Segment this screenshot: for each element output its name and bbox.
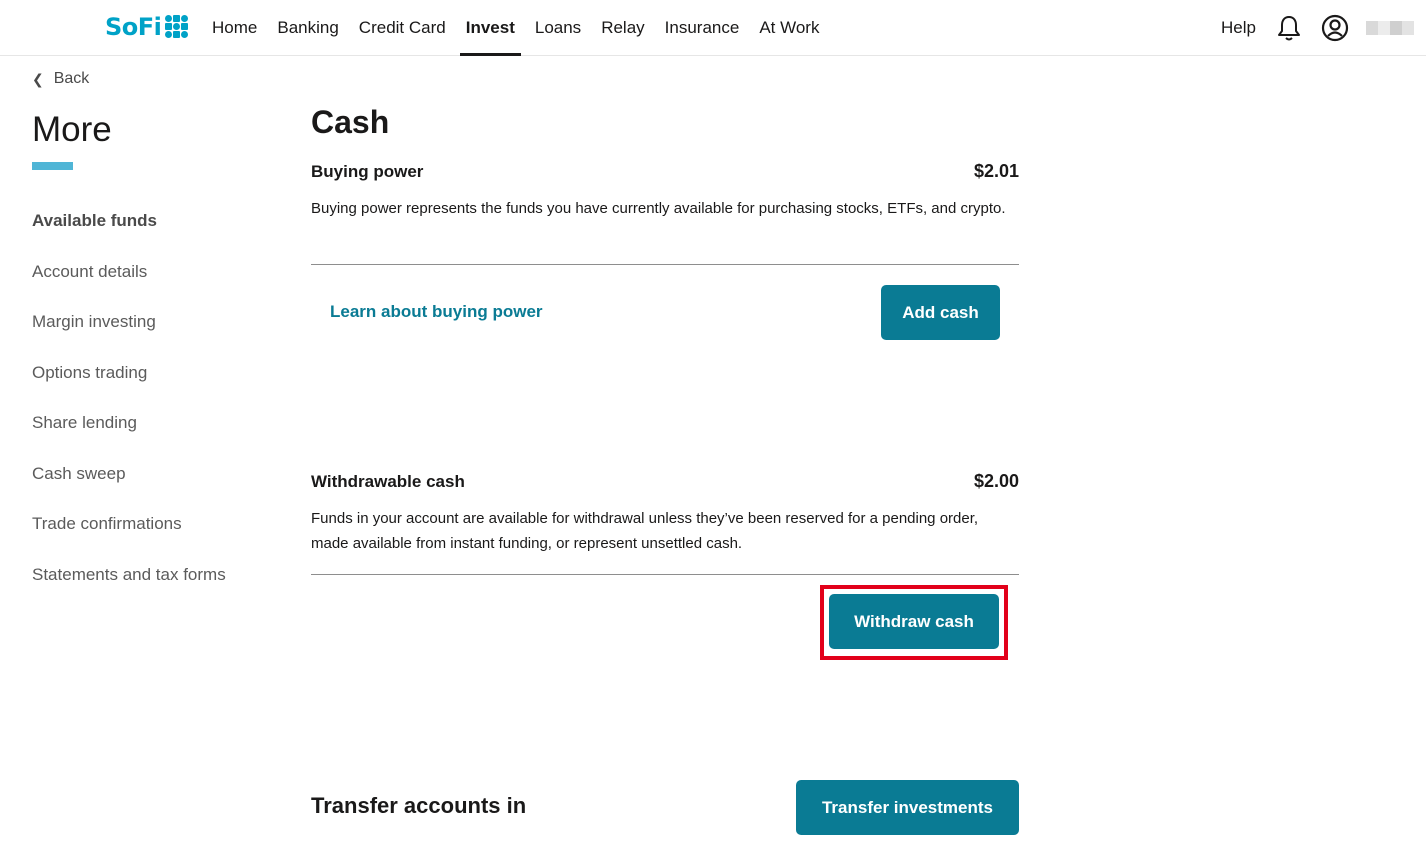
sidebar-item-share-lending[interactable]: Share lending: [32, 398, 226, 449]
buying-power-divider: [311, 264, 1019, 265]
sidebar-item-cash-sweep[interactable]: Cash sweep: [32, 449, 226, 500]
withdrawable-cash-label: Withdrawable cash: [311, 471, 465, 491]
sidebar-item-trade-confirmations[interactable]: Trade confirmations: [32, 499, 226, 550]
sofi-logo[interactable]: SoFi: [105, 13, 191, 41]
nav-banking[interactable]: Banking: [277, 0, 338, 56]
withdrawable-cash-header: Withdrawable cash $2.00: [311, 471, 1019, 492]
nav-loans[interactable]: Loans: [535, 0, 581, 56]
withdrawable-cash-value: $2.00: [973, 471, 1019, 491]
withdrawable-cash-divider: [311, 574, 1019, 575]
sidebar-menu: Available funds Account details Margin i…: [32, 196, 226, 600]
back-label: Back: [53, 70, 90, 87]
buying-power-description: Buying power represents the funds you ha…: [311, 200, 1006, 217]
sidebar-item-options-trading[interactable]: Options trading: [32, 348, 226, 399]
nav-credit-card[interactable]: Credit Card: [359, 0, 446, 56]
logo-mark-icon: [165, 15, 191, 39]
transfer-investments-button[interactable]: Transfer investments: [796, 780, 1019, 835]
sidebar-item-margin-investing[interactable]: Margin investing: [32, 297, 226, 348]
main-nav: Home Banking Credit Card Invest Loans Re…: [212, 0, 839, 56]
add-cash-button[interactable]: Add cash: [881, 285, 1000, 340]
back-link[interactable]: ❮ Back: [32, 70, 89, 88]
help-link[interactable]: Help: [1221, 18, 1256, 38]
buying-power-value: $2.01: [973, 161, 1019, 181]
nav-at-work[interactable]: At Work: [759, 0, 819, 56]
nav-relay[interactable]: Relay: [601, 0, 644, 56]
page-title: Cash: [311, 104, 390, 140]
sidebar-item-account-details[interactable]: Account details: [32, 247, 226, 298]
nav-right-group: Help: [1221, 0, 1426, 56]
sidebar-title-underline: [32, 162, 73, 170]
nav-home[interactable]: Home: [212, 0, 257, 56]
blurred-user-name: [1366, 21, 1414, 35]
bell-icon[interactable]: [1274, 13, 1304, 43]
nav-invest[interactable]: Invest: [459, 0, 522, 56]
sidebar-item-available-funds[interactable]: Available funds: [32, 196, 226, 247]
withdraw-cash-button[interactable]: Withdraw cash: [829, 594, 999, 649]
transfer-accounts-label: Transfer accounts in: [311, 793, 527, 818]
learn-buying-power-link[interactable]: Learn about buying power: [330, 302, 543, 322]
buying-power-label: Buying power: [311, 161, 424, 181]
logo-text: SoFi: [105, 13, 162, 41]
withdrawable-cash-description: Funds in your account are available for …: [311, 510, 979, 552]
top-navigation-bar: SoFi Home Banking Credit Card Invest Loa…: [0, 0, 1426, 56]
nav-insurance[interactable]: Insurance: [665, 0, 740, 56]
sidebar-item-statements-tax-forms[interactable]: Statements and tax forms: [32, 550, 226, 601]
account-icon[interactable]: [1320, 13, 1350, 43]
sidebar-title: More: [32, 110, 112, 149]
buying-power-header: Buying power $2.01: [311, 161, 1019, 182]
chevron-left-icon: ❮: [32, 70, 44, 87]
